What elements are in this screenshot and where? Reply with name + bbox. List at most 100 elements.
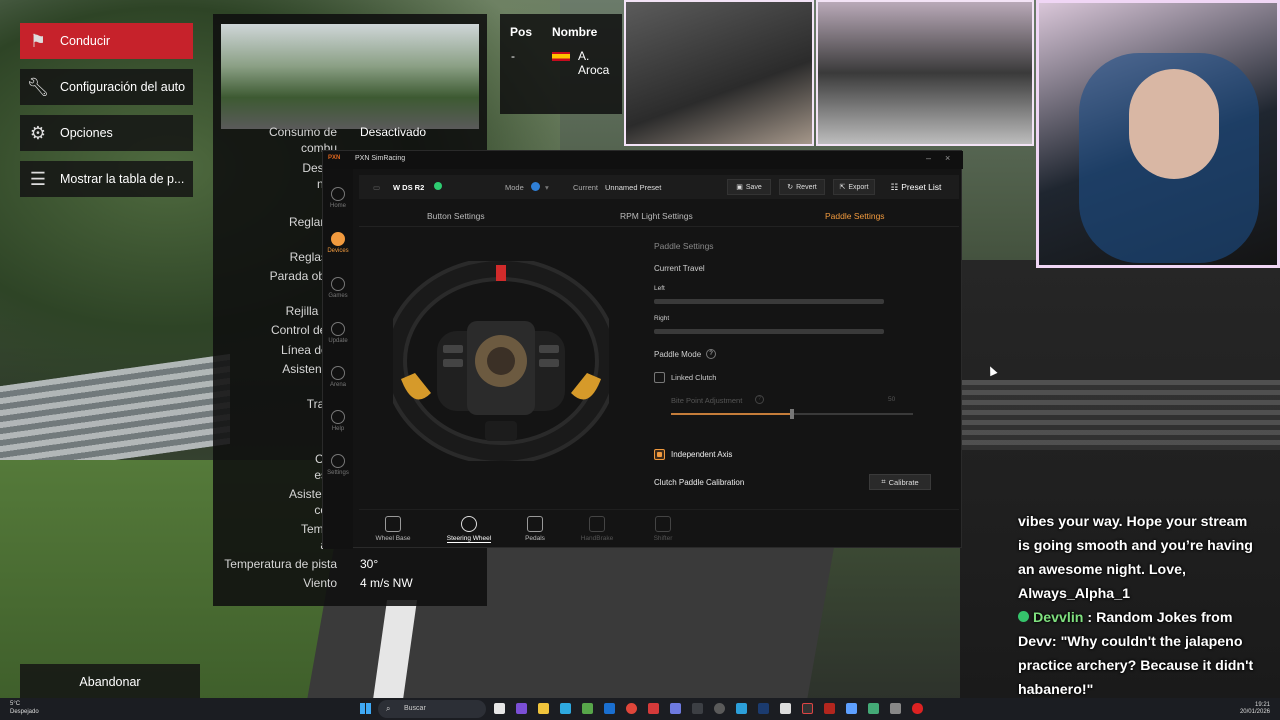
nav-handbrake[interactable]: HandBrake [567,516,627,542]
right-paddle-travel-bar [654,329,884,334]
arena-icon [331,366,345,380]
sidebar-item-update[interactable]: Update [323,322,353,344]
sidebar-item-arena[interactable]: Arena [323,366,353,388]
left-paddle-travel-bar [654,299,884,304]
app-icon[interactable] [780,703,791,714]
sidebar-item-devices[interactable]: Devices [323,232,353,254]
app-icon[interactable] [516,703,527,714]
menu-item-label: Conducir [60,34,111,48]
setting-value[interactable]: 4 m/s NW [360,576,413,590]
pedals-icon [527,516,543,532]
list-icon: ☷ [890,181,899,192]
sidebar-item-settings[interactable]: Settings [323,454,353,476]
row-name: A. Aroca [578,49,610,77]
settings-icon[interactable] [890,703,901,714]
linked-clutch-checkbox[interactable] [654,372,665,383]
app-icon[interactable] [802,703,813,714]
tab-rpm-light-settings[interactable]: RPM Light Settings [620,211,693,221]
webcam-wheel-view [624,0,814,146]
file-explorer-icon[interactable] [538,703,549,714]
windows-taskbar: 5°C Despejado ⌕ Buscar 19:21 20/01/2026 [0,698,1280,720]
weather-widget[interactable]: 5°C Despejado [10,700,39,716]
chat-line: Devv: "Why couldn't the jalapeno [1018,634,1243,650]
checkered-flag-icon: ⚑ [29,30,47,51]
mode-selector[interactable] [531,182,540,191]
discord-icon[interactable] [670,703,681,714]
export-icon: ⇱ [839,184,846,191]
chat-line: an awesome night. Love, [1018,562,1186,578]
bite-point-slider[interactable] [671,409,913,419]
abandon-button[interactable]: Abandonar [20,664,200,700]
paddle-settings-title: Paddle Settings [654,241,714,251]
setting-value[interactable]: 30° [360,557,378,571]
tab-button-settings[interactable]: Button Settings [427,211,485,221]
independent-axis-checkbox[interactable] [654,449,665,460]
device-name[interactable]: W DS R2 [393,183,424,192]
app-icon[interactable] [868,703,879,714]
current-label: Current [573,183,599,192]
bite-point-slider-handle[interactable] [790,409,794,419]
app-icon[interactable] [846,703,857,714]
revert-button[interactable]: ↻ Revert [779,179,825,195]
info-icon[interactable]: ? [706,349,716,359]
nav-wheel-base[interactable]: Wheel Base [363,516,423,542]
steam-icon[interactable] [758,703,769,714]
row-pos: - [511,49,515,63]
menu-standings-button[interactable]: ☰ Mostrar la tabla de p... [20,161,193,197]
telegram-icon[interactable] [736,703,747,714]
tab-paddle-settings[interactable]: Paddle Settings [825,211,885,221]
save-button[interactable]: ▣ Save [727,179,771,195]
taskbar-search-input[interactable]: ⌕ Buscar [378,700,486,718]
setting-value[interactable]: Desactivado [360,125,426,139]
chat-username: Devvlin [1033,610,1084,626]
pxn-simracing-window: PXN PXN SimRacing – × Home Devices Games… [322,150,963,549]
column-header-pos: Pos [510,25,533,39]
sidebar-item-games[interactable]: Games [323,277,353,299]
sidebar-item-home[interactable]: Home [323,187,353,209]
chrome-icon[interactable] [626,703,637,714]
close-icon[interactable]: × [945,153,950,163]
games-icon [331,277,345,291]
devices-icon [331,232,345,246]
store-icon[interactable] [582,703,593,714]
preset-list-button[interactable]: ☷ Preset List [883,179,949,195]
app-icon[interactable] [714,703,725,714]
menu-car-setup-button[interactable]: 🔧︎ Configuración del auto [20,69,193,105]
app-icon[interactable] [824,703,835,714]
start-menu-icon[interactable] [360,703,371,714]
chat-line: is going smooth and you’re having [1018,538,1253,554]
list-icon: ☰ [29,168,47,189]
verified-badge-icon [1018,611,1029,622]
nav-shifter[interactable]: Shifter [633,516,693,542]
menu-conducir-button[interactable]: ⚑ Conducir [20,23,193,59]
chevron-down-icon[interactable]: ▾ [545,183,549,192]
app-icon[interactable] [648,703,659,714]
setting-label: Temperatura de pista [224,557,337,571]
task-view-icon[interactable] [494,703,505,714]
gear-icon: ⚙ [29,122,47,143]
system-clock[interactable]: 19:21 20/01/2026 [1240,702,1270,716]
home-icon [331,187,345,201]
stream-chat-overlay: vibes your way. Hope your stream is goin… [1018,510,1280,702]
sidebar-item-help[interactable]: Help [323,410,353,432]
calibrate-button[interactable]: ⌗ Calibrate [869,474,931,490]
outlook-icon[interactable] [604,703,615,714]
chat-line: vibes your way. Hope your stream [1018,514,1248,530]
calibrate-icon: ⌗ [881,477,886,486]
standings-table: Pos Nombre - A. Aroca [500,14,622,114]
export-button[interactable]: ⇱ Export [833,179,875,195]
minimize-icon[interactable]: – [926,153,931,163]
preset-name: Unnamed Preset [605,183,662,192]
webcam-pedals-view [816,0,1034,146]
nav-pedals[interactable]: Pedals [505,516,565,542]
nav-steering-wheel[interactable]: Steering Wheel [439,516,499,543]
game-background-barrier-right [960,380,1280,450]
revert-icon: ↻ [787,184,794,191]
menu-options-button[interactable]: ⚙ Opciones [20,115,193,151]
edge-icon[interactable] [560,703,571,714]
app-icon[interactable] [912,703,923,714]
column-header-name: Nombre [552,25,598,39]
obs-icon[interactable] [692,703,703,714]
device-toolbar: ▭ W DS R2 Mode ▾ Current Unnamed Preset … [359,175,959,199]
webcam-streamer-view [1036,0,1280,268]
